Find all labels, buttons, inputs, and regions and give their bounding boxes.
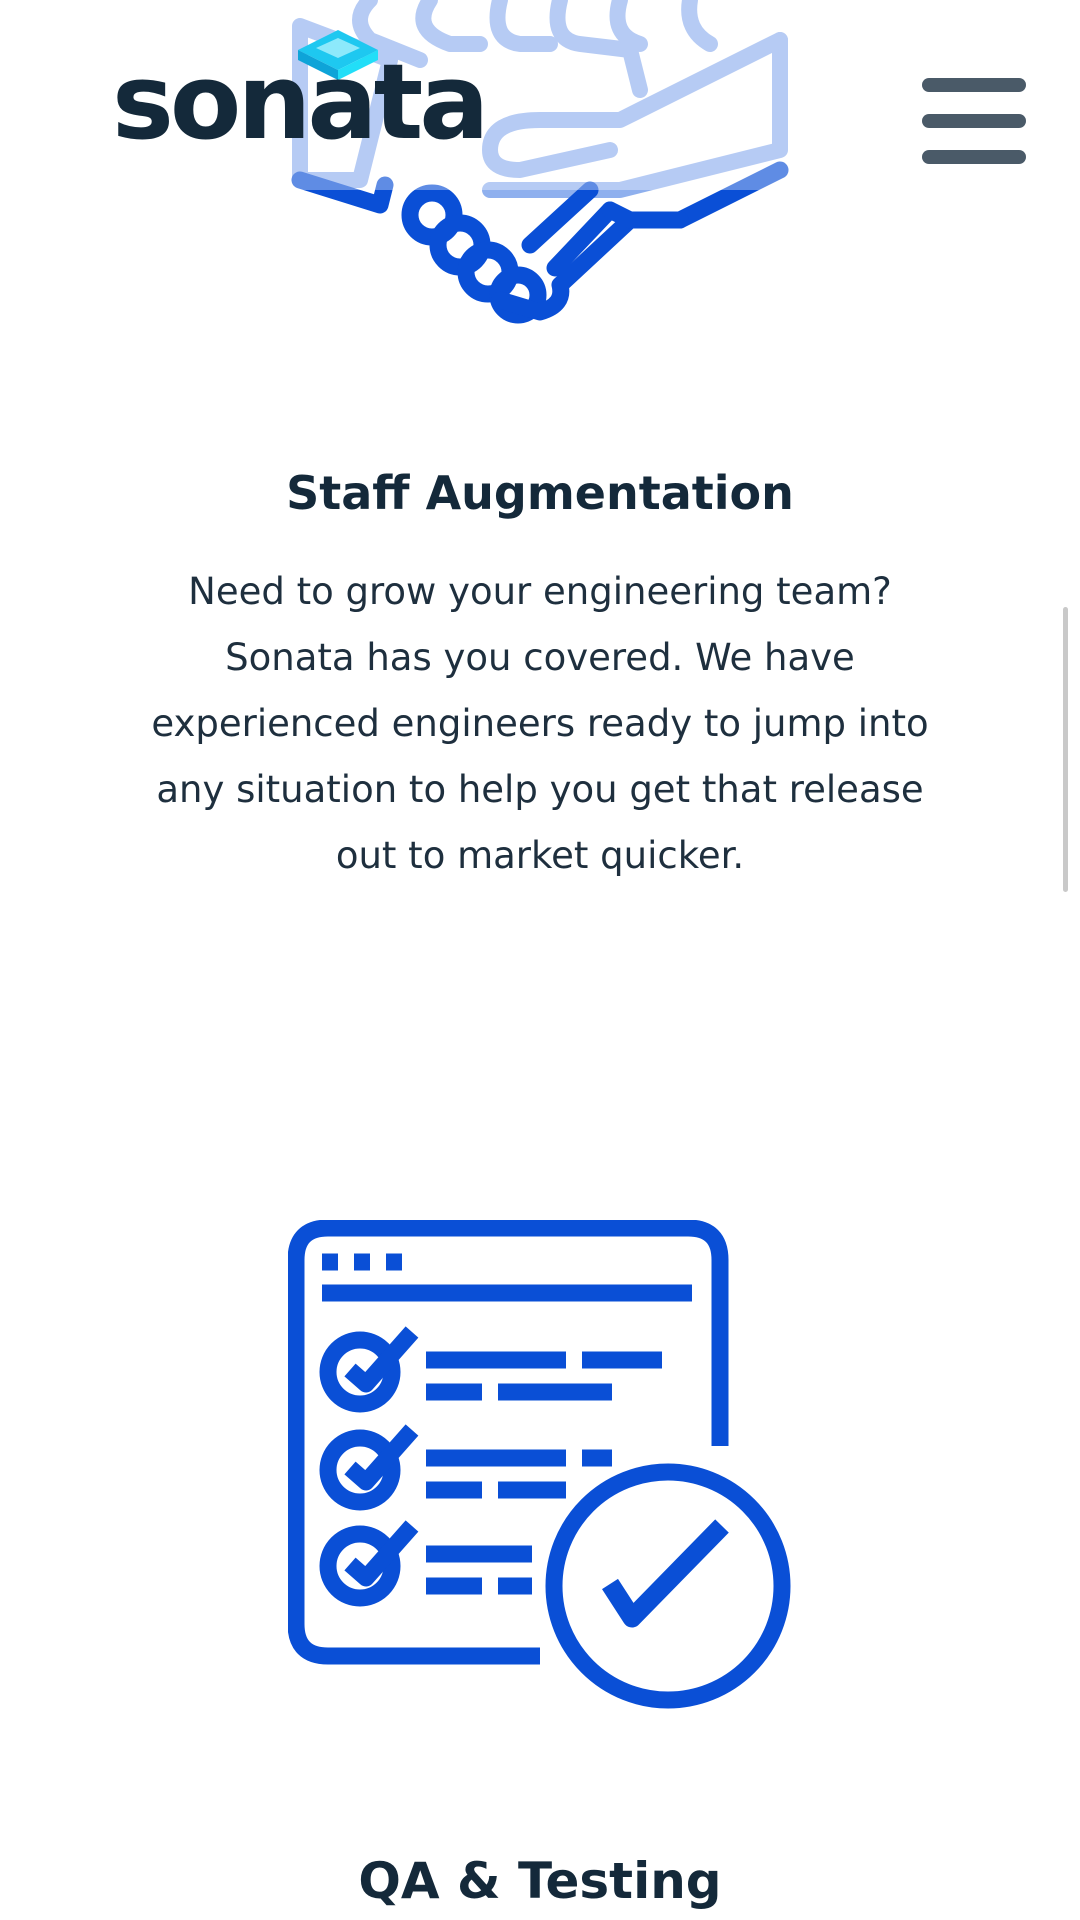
menu-bar-bottom <box>922 150 1026 164</box>
service-title-qa-testing: QA & Testing <box>358 1852 722 1910</box>
menu-bar-top <box>922 78 1026 92</box>
service-title-staff-augmentation: Staff Augmentation <box>286 466 794 520</box>
page: sonata Staff Augmentation Need to grow y… <box>0 0 1080 1920</box>
scrollbar-thumb[interactable] <box>1063 607 1068 892</box>
checklist-approved-icon <box>288 1220 791 1709</box>
site-header: sonata <box>0 0 1080 220</box>
menu-bar-middle <box>922 114 1026 128</box>
logo-wordmark: sonata <box>112 41 489 163</box>
sonata-logo[interactable]: sonata <box>112 22 489 162</box>
hamburger-menu-icon[interactable] <box>920 78 1030 164</box>
service-description-staff-augmentation: Need to grow your engineering team? Sona… <box>151 570 929 877</box>
